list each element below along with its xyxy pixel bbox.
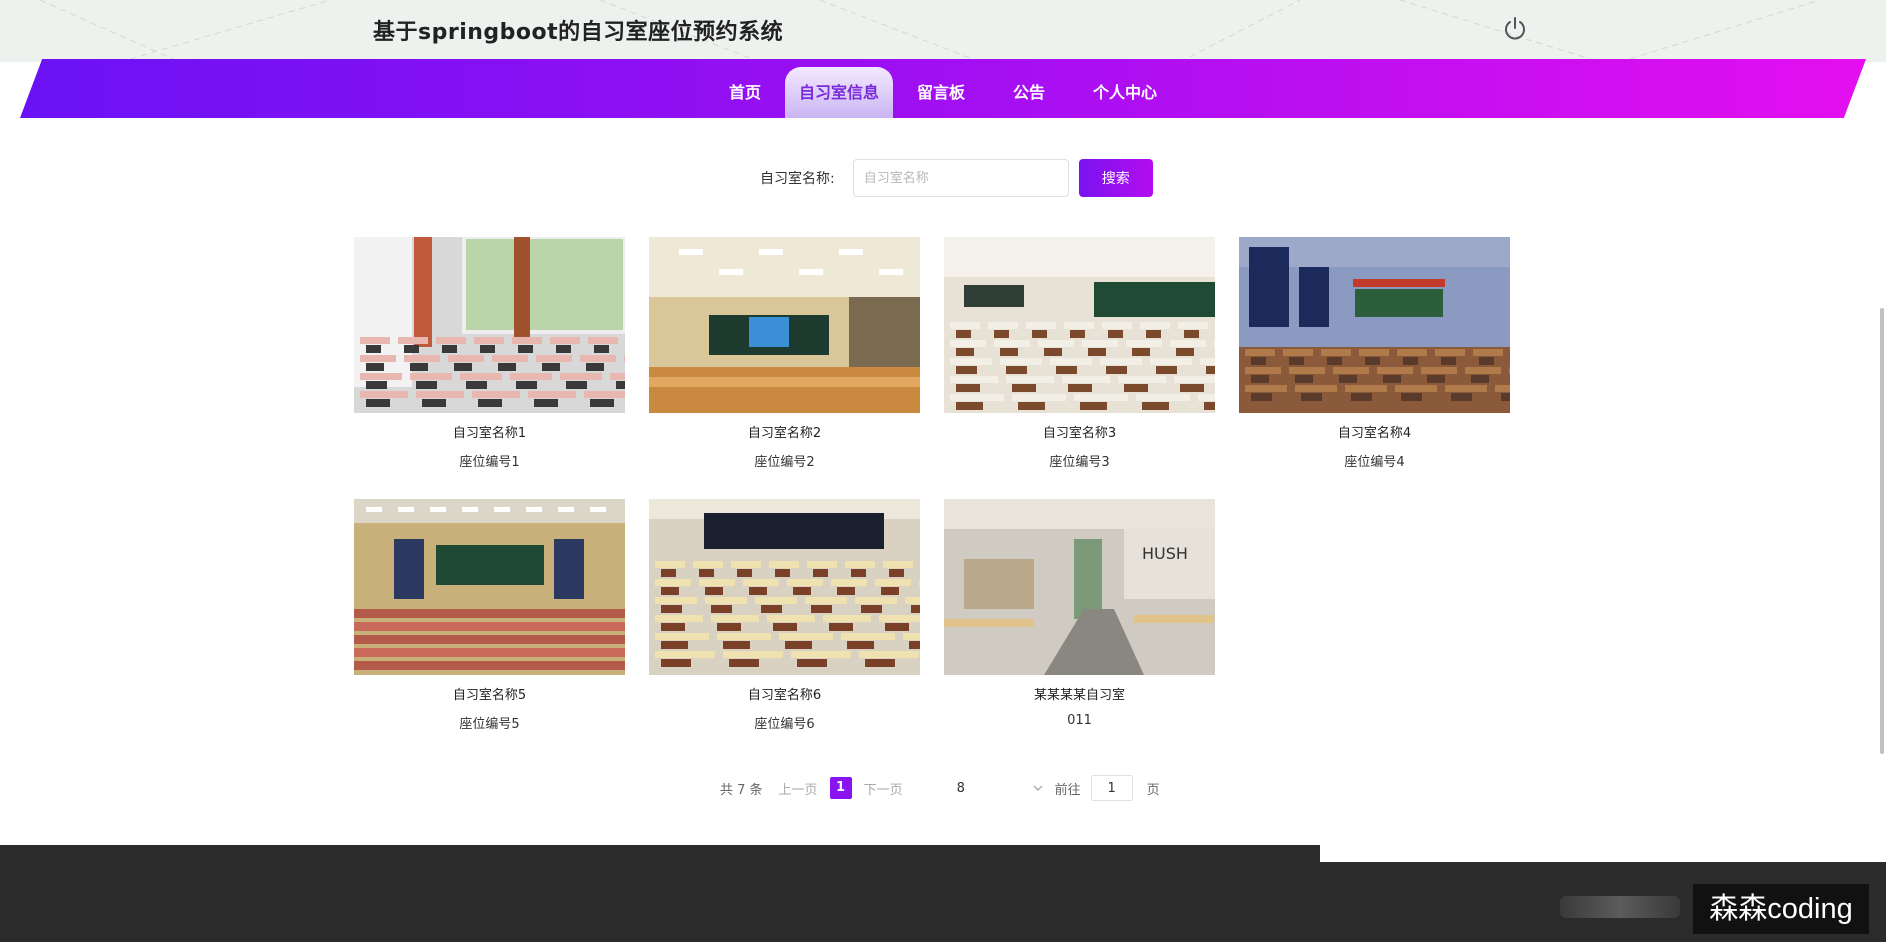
page-size-value: 8 xyxy=(956,780,965,796)
room-seat-number: 座位编号4 xyxy=(1344,455,1405,470)
room-name[interactable]: 自习室名称5 xyxy=(354,684,625,704)
pagination: 共 7 条 上一页 1 下一页 8 前往 页 xyxy=(720,774,1160,802)
site-title: 基于springboot的自习室座位预约系统 xyxy=(373,20,784,45)
top-header: 基于springboot的自习室座位预约系统 xyxy=(0,0,1886,62)
room-photo[interactable] xyxy=(649,499,920,675)
page-size-select[interactable]: 8 xyxy=(949,774,1049,802)
room-seat-number: 座位编号2 xyxy=(754,455,815,470)
page-unit-label: 页 xyxy=(1146,782,1160,798)
room-card[interactable]: HUSH 某某某某自习室 011 xyxy=(944,499,1215,736)
blurred-text xyxy=(1560,896,1680,918)
room-name[interactable]: 自习室名称2 xyxy=(649,422,920,442)
room-photo[interactable] xyxy=(944,237,1215,413)
chevron-down-icon xyxy=(1033,785,1043,791)
scrollbar[interactable] xyxy=(1880,308,1884,754)
room-name[interactable]: 自习室名称1 xyxy=(354,422,625,442)
room-card[interactable]: 自习室名称4 座位编号4 xyxy=(1239,237,1510,474)
room-grid: 自习室名称1 座位编号1 自习室名称2 座位编号2 自习室名称3 座位编号3 自习室名称4 座… xyxy=(354,237,1510,736)
goto-label: 前往 xyxy=(1054,782,1081,798)
nav-item-1[interactable]: 自习室信息 xyxy=(784,67,893,118)
page-number-current[interactable]: 1 xyxy=(829,777,852,799)
room-card[interactable]: 自习室名称2 座位编号2 xyxy=(649,237,920,474)
room-card[interactable]: 自习室名称1 座位编号1 xyxy=(354,237,625,474)
room-name[interactable]: 自习室名称3 xyxy=(944,422,1215,442)
power-icon[interactable] xyxy=(1502,16,1528,42)
nav-item-0[interactable]: 首页 xyxy=(705,67,785,118)
room-seat-number: 座位编号5 xyxy=(459,717,520,732)
search-bar: 自习室名称: 搜索 xyxy=(760,158,1153,198)
room-photo[interactable] xyxy=(354,237,625,413)
header-pattern xyxy=(39,0,1821,62)
room-name[interactable]: 自习室名称4 xyxy=(1239,422,1510,442)
room-seat-number: 座位编号1 xyxy=(459,455,520,470)
room-name[interactable]: 某某某某自习室 xyxy=(944,684,1215,704)
nav-item-4[interactable]: 个人中心 xyxy=(1069,67,1181,118)
next-page-button[interactable]: 下一页 xyxy=(864,779,903,798)
nav-list: 首页 自习室信息 留言板 公告 个人中心 xyxy=(20,59,1866,118)
room-name[interactable]: 自习室名称6 xyxy=(649,684,920,704)
room-card[interactable]: 自习室名称5 座位编号5 xyxy=(354,499,625,736)
room-seat-number: 011 xyxy=(1067,713,1092,728)
total-count: 共 7 条 xyxy=(720,782,763,798)
room-photo[interactable] xyxy=(354,499,625,675)
room-photo[interactable]: HUSH xyxy=(944,499,1215,675)
room-card[interactable]: 自习室名称6 座位编号6 xyxy=(649,499,920,736)
main-nav: 首页 自习室信息 留言板 公告 个人中心 xyxy=(20,59,1866,118)
prev-page-button[interactable]: 上一页 xyxy=(779,779,818,798)
search-button[interactable]: 搜索 xyxy=(1078,159,1153,197)
room-photo[interactable] xyxy=(1239,237,1510,413)
room-name-search-input[interactable] xyxy=(852,159,1069,197)
room-seat-number: 座位编号6 xyxy=(754,717,815,732)
room-seat-number: 座位编号3 xyxy=(1049,455,1110,470)
svg-text:HUSH: HUSH xyxy=(1142,544,1188,563)
overlay-panel xyxy=(1320,828,1886,862)
nav-item-2[interactable]: 留言板 xyxy=(893,67,989,118)
room-card[interactable]: 自习室名称3 座位编号3 xyxy=(944,237,1215,474)
room-photo[interactable] xyxy=(649,237,920,413)
goto-page-input[interactable] xyxy=(1090,775,1133,801)
search-label: 自习室名称: xyxy=(760,171,835,187)
nav-item-3[interactable]: 公告 xyxy=(989,67,1069,118)
watermark: 森森coding xyxy=(1693,884,1869,934)
